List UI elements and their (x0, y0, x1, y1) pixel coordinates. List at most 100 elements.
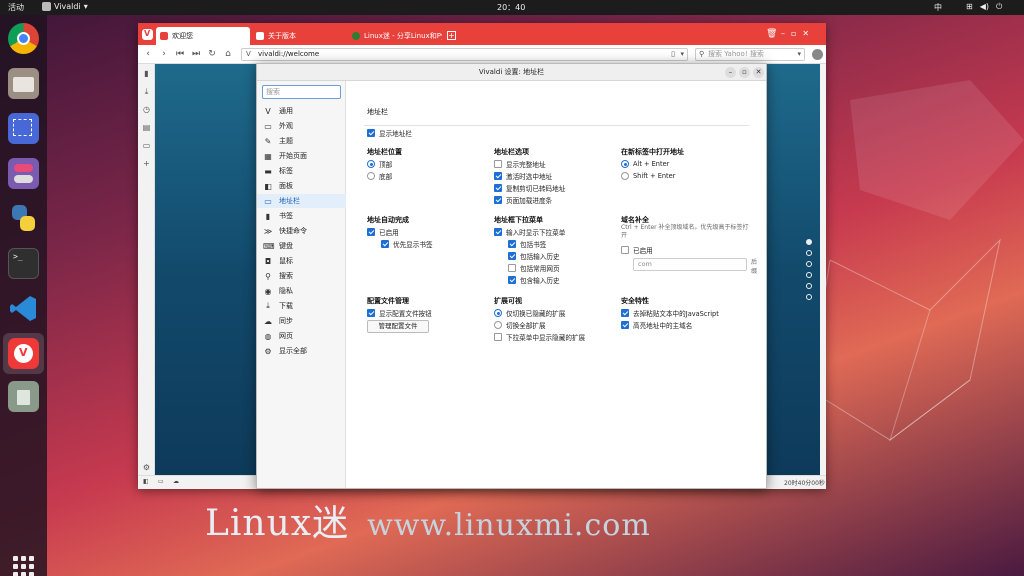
highlight-domain-checkbox[interactable]: 高亮地址中的主域名 (621, 320, 692, 330)
settings-nav-item[interactable]: ⌨ 键盘 (257, 239, 346, 253)
vscode-icon[interactable] (8, 293, 39, 324)
settings-gear-icon[interactable]: ⚙ (141, 462, 152, 473)
settings-nav-item[interactable]: ⤓ 下载 (257, 299, 346, 313)
close-icon[interactable]: ✕ (802, 29, 809, 38)
settings-nav-item[interactable]: ▬ 标签 (257, 164, 346, 178)
settings-nav-item[interactable]: ✎ 主题 (257, 134, 346, 148)
scrollbar[interactable] (820, 64, 826, 475)
tab-linuxmi[interactable]: Linux迷 - 分享Linux和Pyth (348, 27, 442, 45)
profile-avatar[interactable] (812, 49, 823, 60)
tab-about[interactable]: 关于版本 (252, 27, 346, 45)
include-top-sites-checkbox[interactable]: 包括常用网页 (508, 263, 560, 273)
input-method-indicator[interactable]: 中 (934, 2, 942, 13)
include-typed-history-checkbox[interactable]: 包括输入历史 (508, 251, 560, 261)
screenshot-icon[interactable] (8, 113, 39, 144)
show-profile-button-checkbox[interactable]: 显示配置文件按钮 (367, 308, 432, 318)
chevron-down-icon[interactable]: ▾ (680, 49, 684, 60)
include-bookmarks-checkbox[interactable]: 包括书签 (508, 239, 546, 249)
vivaldi-dock-icon[interactable]: V (3, 333, 44, 374)
settings-nav-item[interactable]: ≫ 快捷命令 (257, 224, 346, 238)
fast-forward-icon[interactable]: ⏭ (190, 48, 202, 60)
trash-tab-icon[interactable]: 🗑 (766, 29, 777, 39)
settings-nav-item[interactable]: ⚲ 搜索 (257, 269, 346, 283)
radio-shift-enter[interactable]: Shift + Enter (621, 171, 675, 181)
show-dropdown-checkbox[interactable]: 输入时显示下拉菜单 (494, 227, 565, 237)
settings-nav-item[interactable]: ◉ 隐私 (257, 284, 346, 298)
rewind-icon[interactable]: ⏮ (174, 48, 186, 60)
system-tray[interactable]: ⊞ ◀) ⏻ (966, 2, 1002, 12)
new-tab-button[interactable]: + (447, 31, 456, 40)
settings-nav-item[interactable]: ▭ 外观 (257, 119, 346, 133)
vivaldi-menu-button[interactable]: V (142, 29, 153, 40)
close-icon[interactable]: ✕ (753, 67, 764, 78)
reload-icon[interactable]: ↻ (206, 48, 218, 60)
settings-nav-item[interactable]: ▭ 地址栏 (257, 194, 346, 208)
settings-nav-item[interactable]: ▦ 开始页面 (257, 149, 346, 163)
show-hidden-in-menu-checkbox[interactable]: 下拉菜单中显示隐藏的扩展 (494, 332, 585, 342)
page-dot[interactable] (806, 294, 812, 300)
radio-top[interactable]: 顶部 (367, 159, 392, 169)
domain-suffix-input[interactable]: com (633, 258, 747, 271)
settings-nav-item[interactable]: ▮ 书签 (257, 209, 346, 223)
domain-enabled-checkbox[interactable]: 已启用 (621, 245, 653, 255)
copy-decoded-url-checkbox[interactable]: 复制剪切已转码地址 (494, 183, 565, 193)
minimize-icon[interactable]: – (781, 29, 785, 38)
trash-icon[interactable] (8, 381, 39, 412)
manage-profiles-button[interactable]: 管理配置文件 (367, 320, 429, 333)
add-panel-icon[interactable]: + (141, 158, 152, 169)
settings-nav-item[interactable]: ⚙ 显示全部 (257, 344, 346, 358)
home-icon[interactable]: ⌂ (222, 48, 234, 60)
settings-search-input[interactable]: 搜索 (262, 85, 341, 99)
chrome-icon[interactable] (8, 23, 39, 54)
terminal-icon[interactable]: >_ (8, 248, 39, 279)
prefer-bookmarks-checkbox[interactable]: 优先显示书签 (381, 239, 433, 249)
search-field[interactable]: ⚲ 搜索 Yahoo! 搜索 ▾ (695, 48, 805, 61)
show-apps-icon[interactable] (13, 556, 34, 576)
site-info-icon[interactable]: V (246, 49, 251, 60)
tiling-icon[interactable]: ▭ (158, 478, 164, 485)
downloads-panel-icon[interactable]: ⤓ (141, 86, 152, 97)
strip-javascript-checkbox[interactable]: 去掉粘贴文本中的JavaScript (621, 308, 719, 318)
progress-bar-checkbox[interactable]: 页面加载进度条 (494, 195, 552, 205)
url-field[interactable]: V vivaldi://welcome ▯ ▾ (241, 48, 688, 61)
settings-nav-item[interactable]: ☁ 同步 (257, 314, 346, 328)
tab-welcome[interactable]: 欢迎您 (156, 27, 250, 45)
activities-button[interactable]: 活动 (8, 2, 24, 13)
show-address-bar-checkbox[interactable]: 显示地址栏 (367, 128, 412, 138)
cloud-icon[interactable]: ☁ (173, 478, 179, 485)
window-panel-icon[interactable]: ▭ (141, 140, 152, 151)
page-dot[interactable] (806, 272, 812, 278)
autocomplete-enabled-checkbox[interactable]: 已启用 (367, 227, 399, 237)
page-dot[interactable] (806, 239, 812, 245)
minimize-icon[interactable]: – (725, 67, 736, 78)
status-clock[interactable]: 20时40分00秒 (784, 478, 825, 487)
files-icon[interactable] (8, 68, 39, 99)
settings-nav-item[interactable]: ◍ 网页 (257, 329, 346, 343)
page-dot[interactable] (806, 283, 812, 289)
select-on-focus-checkbox[interactable]: 激活时选中地址 (494, 171, 552, 181)
python-icon[interactable] (8, 203, 39, 234)
radio-toggle-all[interactable]: 切换全部扩展 (494, 320, 546, 330)
show-full-url-checkbox[interactable]: 显示完整地址 (494, 159, 546, 169)
notes-panel-icon[interactable]: ▤ (141, 122, 152, 133)
forward-icon[interactable]: › (158, 48, 170, 60)
bookmark-icon[interactable]: ▯ (671, 49, 675, 60)
maximize-icon[interactable]: ▫ (739, 67, 750, 78)
chevron-down-icon[interactable]: ▾ (797, 49, 801, 60)
radio-alt-enter[interactable]: Alt + Enter (621, 159, 669, 169)
maximize-icon[interactable]: ▫ (791, 29, 796, 38)
radio-bottom[interactable]: 底部 (367, 171, 392, 181)
page-dot[interactable] (806, 250, 812, 256)
page-dot[interactable] (806, 261, 812, 267)
include-history-checkbox[interactable]: 包含输入历史 (508, 275, 560, 285)
settings-nav-item[interactable]: V 通用 (257, 104, 346, 118)
radio-toggle-hidden[interactable]: 仅切换已隐藏的扩展 (494, 308, 565, 318)
history-panel-icon[interactable]: ◷ (141, 104, 152, 115)
settings-toggle-icon[interactable] (8, 158, 39, 189)
bookmarks-panel-icon[interactable]: ▮ (141, 68, 152, 79)
clock[interactable]: 20：40 (497, 2, 525, 13)
settings-nav-item[interactable]: ◘ 鼠标 (257, 254, 346, 268)
settings-nav-item[interactable]: ◧ 面板 (257, 179, 346, 193)
back-icon[interactable]: ‹ (142, 48, 154, 60)
panel-toggle-icon[interactable]: ◧ (143, 478, 149, 485)
